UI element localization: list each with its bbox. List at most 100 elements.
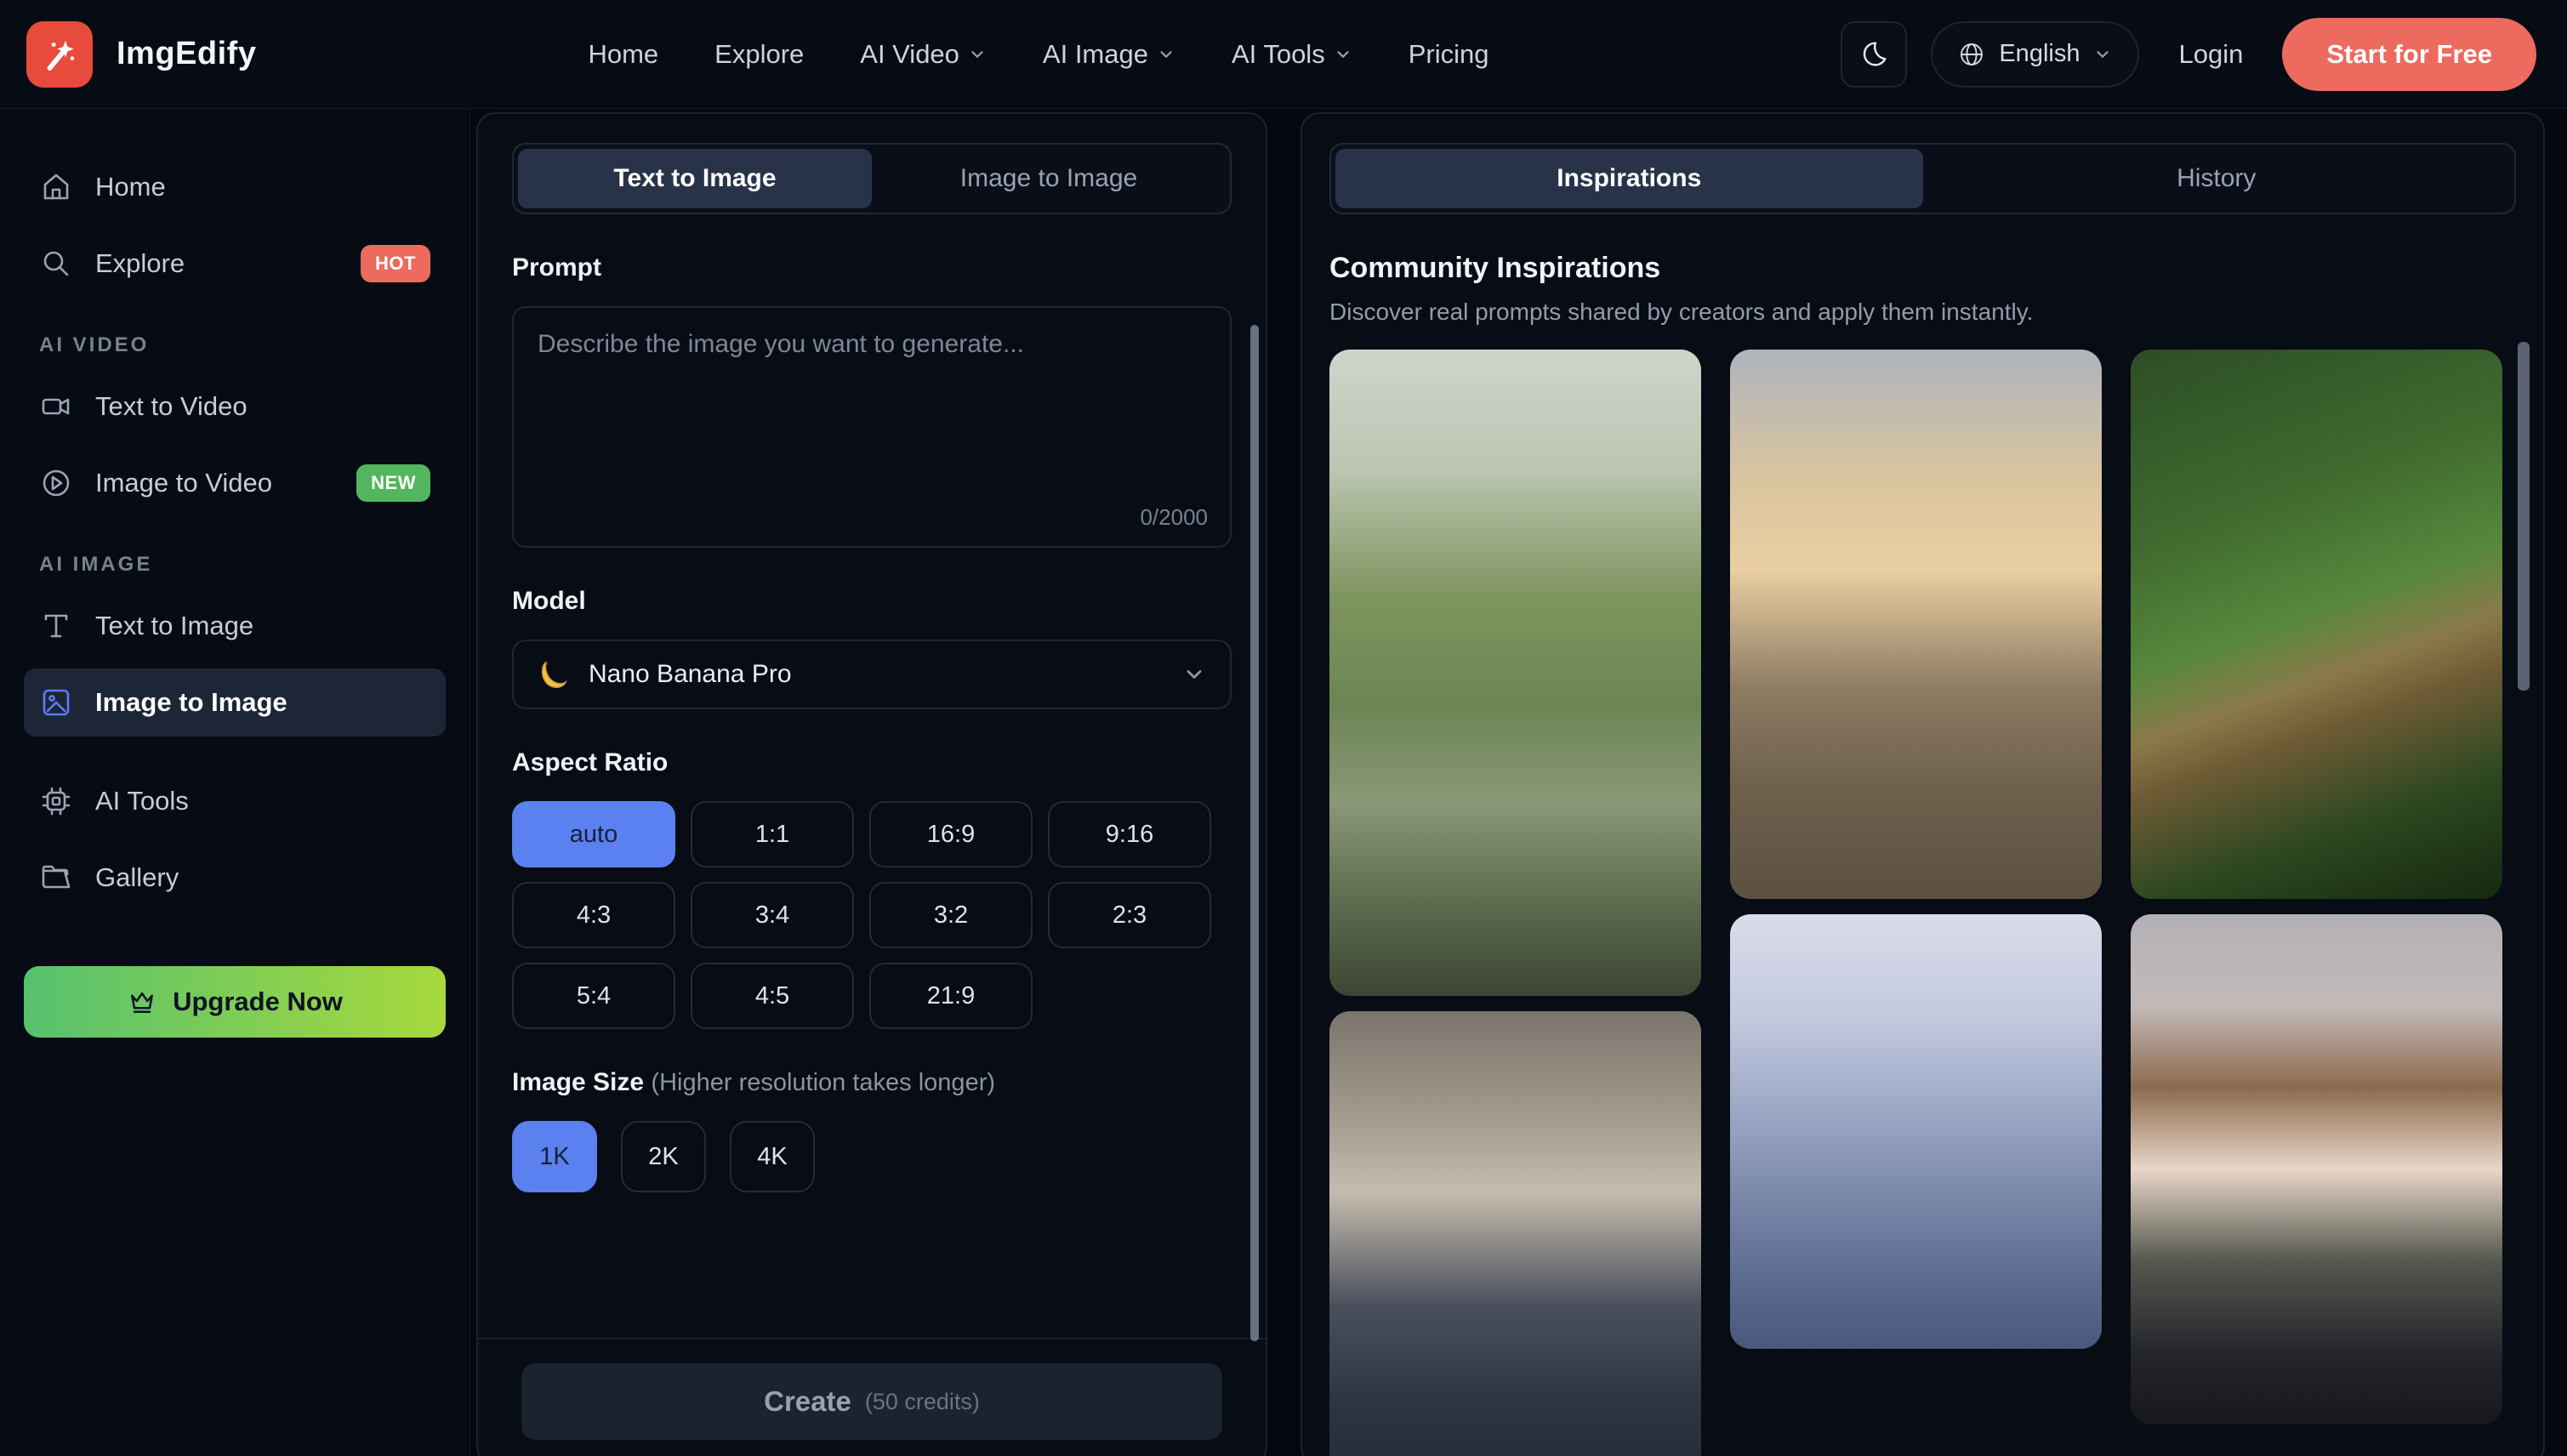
app-title: ImgEdify xyxy=(117,36,256,72)
tab-image-to-image[interactable]: Image to Image xyxy=(872,149,1226,208)
aspect-option-auto[interactable]: auto xyxy=(512,801,675,867)
nav-explore[interactable]: Explore xyxy=(714,39,804,70)
generator-scrollbar[interactable] xyxy=(1250,325,1259,1341)
inspirations-panel: Inspirations History Community Inspirati… xyxy=(1301,112,2545,1456)
aspect-option-9-16[interactable]: 9:16 xyxy=(1048,801,1211,867)
sidebar-item-label: AI Tools xyxy=(95,786,189,816)
nav-home[interactable]: Home xyxy=(588,39,658,70)
hot-badge: HOT xyxy=(361,245,430,282)
size-option-4k[interactable]: 4K xyxy=(730,1121,815,1192)
chip-icon xyxy=(39,784,73,818)
model-select[interactable]: Nano Banana Pro xyxy=(512,640,1232,709)
chevron-down-icon xyxy=(1157,45,1175,64)
nav-ai-tools[interactable]: AI Tools xyxy=(1232,39,1352,70)
inspirations-tabs: Inspirations History xyxy=(1329,143,2516,214)
nav-ai-video[interactable]: AI Video xyxy=(860,39,987,70)
sidebar-item-text-to-video[interactable]: Text to Video xyxy=(24,373,446,441)
aspect-option-16-9[interactable]: 16:9 xyxy=(869,801,1033,867)
aspect-option-21-9[interactable]: 21:9 xyxy=(869,963,1033,1029)
create-button[interactable]: Create (50 credits) xyxy=(521,1363,1222,1440)
gallery-scrollbar[interactable] xyxy=(2518,342,2530,691)
search-icon xyxy=(39,247,73,281)
main-nav: Home Explore AI Video AI Image AI Tools … xyxy=(588,39,1488,70)
size-option-1k[interactable]: 1K xyxy=(512,1121,597,1192)
sidebar-item-label: Home xyxy=(95,172,166,202)
image-size-label: Image Size (Higher resolution takes long… xyxy=(512,1068,1232,1097)
text-icon xyxy=(39,609,73,643)
prompt-placeholder: Describe the image you want to generate.… xyxy=(538,330,1206,359)
create-bar: Create (50 credits) xyxy=(478,1338,1266,1456)
theme-toggle-button[interactable] xyxy=(1841,21,1907,88)
image-size-note: (Higher resolution takes longer) xyxy=(651,1069,995,1096)
language-selector[interactable]: English xyxy=(1931,21,2139,88)
sidebar-item-gallery[interactable]: Gallery xyxy=(24,844,446,912)
sidebar-item-explore[interactable]: Explore HOT xyxy=(24,230,446,298)
sidebar-item-home[interactable]: Home xyxy=(24,153,446,221)
top-navbar: ImgEdify Home Explore AI Video AI Image … xyxy=(0,0,2567,109)
aspect-option-4-3[interactable]: 4:3 xyxy=(512,882,675,948)
globe-icon xyxy=(1958,41,1985,68)
aspect-option-2-3[interactable]: 2:3 xyxy=(1048,882,1211,948)
video-camera-icon xyxy=(39,390,73,424)
play-circle-icon xyxy=(39,466,73,500)
new-badge: NEW xyxy=(356,464,430,502)
nav-ai-image[interactable]: AI Image xyxy=(1043,39,1175,70)
banana-icon xyxy=(538,658,570,691)
gallery-column xyxy=(2131,350,2502,1456)
char-counter: 0/2000 xyxy=(1140,504,1208,531)
sidebar-section-ai-image: AI IMAGE xyxy=(39,553,446,577)
folder-icon xyxy=(39,861,73,895)
size-option-2k[interactable]: 2K xyxy=(621,1121,706,1192)
sidebar-section-ai-video: AI VIDEO xyxy=(39,333,446,357)
brand[interactable]: ImgEdify xyxy=(26,21,256,88)
image-icon xyxy=(39,685,73,719)
aspect-option-3-4[interactable]: 3:4 xyxy=(691,882,854,948)
home-icon xyxy=(39,170,73,204)
chevron-down-icon xyxy=(1182,663,1206,686)
inspiration-image-paris-family[interactable] xyxy=(1329,350,1701,996)
inspiration-image-redhead-blossom[interactable] xyxy=(2131,914,2502,1425)
aspect-option-4-5[interactable]: 4:5 xyxy=(691,963,854,1029)
inspiration-image-handshake[interactable] xyxy=(1329,1011,1701,1456)
sidebar-item-label: Image to Image xyxy=(95,687,287,718)
aspect-ratio-label: Aspect Ratio xyxy=(512,748,1232,777)
create-credits: (50 credits) xyxy=(865,1389,980,1415)
sidebar: Home Explore HOT AI VIDEO Text to Video … xyxy=(0,109,470,1456)
aspect-option-1-1[interactable]: 1:1 xyxy=(691,801,854,867)
crown-icon xyxy=(127,987,157,1017)
chevron-down-icon xyxy=(968,45,987,64)
community-inspirations-subheading: Discover real prompts shared by creators… xyxy=(1329,299,2516,326)
sidebar-item-image-to-video[interactable]: Image to Video NEW xyxy=(24,449,446,517)
sidebar-item-text-to-image[interactable]: Text to Image xyxy=(24,592,446,660)
start-for-free-button[interactable]: Start for Free xyxy=(2282,18,2536,91)
app-logo-icon xyxy=(26,21,93,88)
aspect-ratio-grid: auto 1:1 16:9 9:16 4:3 3:4 3:2 2:3 5:4 4… xyxy=(512,801,1232,1029)
header-actions: English Login Start for Free xyxy=(1841,18,2536,91)
prompt-label: Prompt xyxy=(512,253,1232,282)
sidebar-item-image-to-image[interactable]: Image to Image xyxy=(24,668,446,737)
aspect-option-3-2[interactable]: 3:2 xyxy=(869,882,1033,948)
generator-panel: Text to Image Image to Image Prompt Desc… xyxy=(476,112,1267,1456)
inspiration-image-silver-lady[interactable] xyxy=(1730,914,2102,1349)
gallery-column xyxy=(1730,350,2102,1456)
tab-history[interactable]: History xyxy=(1923,149,2511,208)
prompt-textarea[interactable]: Describe the image you want to generate.… xyxy=(512,306,1232,548)
aspect-option-5-4[interactable]: 5:4 xyxy=(512,963,675,1029)
nav-pricing[interactable]: Pricing xyxy=(1409,39,1489,70)
moon-icon xyxy=(1858,38,1890,71)
login-link[interactable]: Login xyxy=(2178,39,2243,70)
image-size-options: 1K 2K 4K xyxy=(512,1121,1232,1192)
sidebar-item-label: Text to Video xyxy=(95,391,248,422)
inspirations-gallery xyxy=(1329,350,2516,1456)
language-value: English xyxy=(1999,40,2080,68)
chevron-down-icon xyxy=(2093,45,2112,64)
tab-inspirations[interactable]: Inspirations xyxy=(1335,149,1923,208)
inspiration-image-moth-leaves[interactable] xyxy=(2131,350,2502,899)
sidebar-item-ai-tools[interactable]: AI Tools xyxy=(24,767,446,835)
sidebar-item-label: Text to Image xyxy=(95,611,253,641)
inspiration-image-rushmore-dogs[interactable] xyxy=(1730,350,2102,899)
upgrade-now-button[interactable]: Upgrade Now xyxy=(24,966,446,1038)
tab-text-to-image[interactable]: Text to Image xyxy=(518,149,872,208)
model-label: Model xyxy=(512,587,1232,616)
chevron-down-icon xyxy=(1334,45,1352,64)
